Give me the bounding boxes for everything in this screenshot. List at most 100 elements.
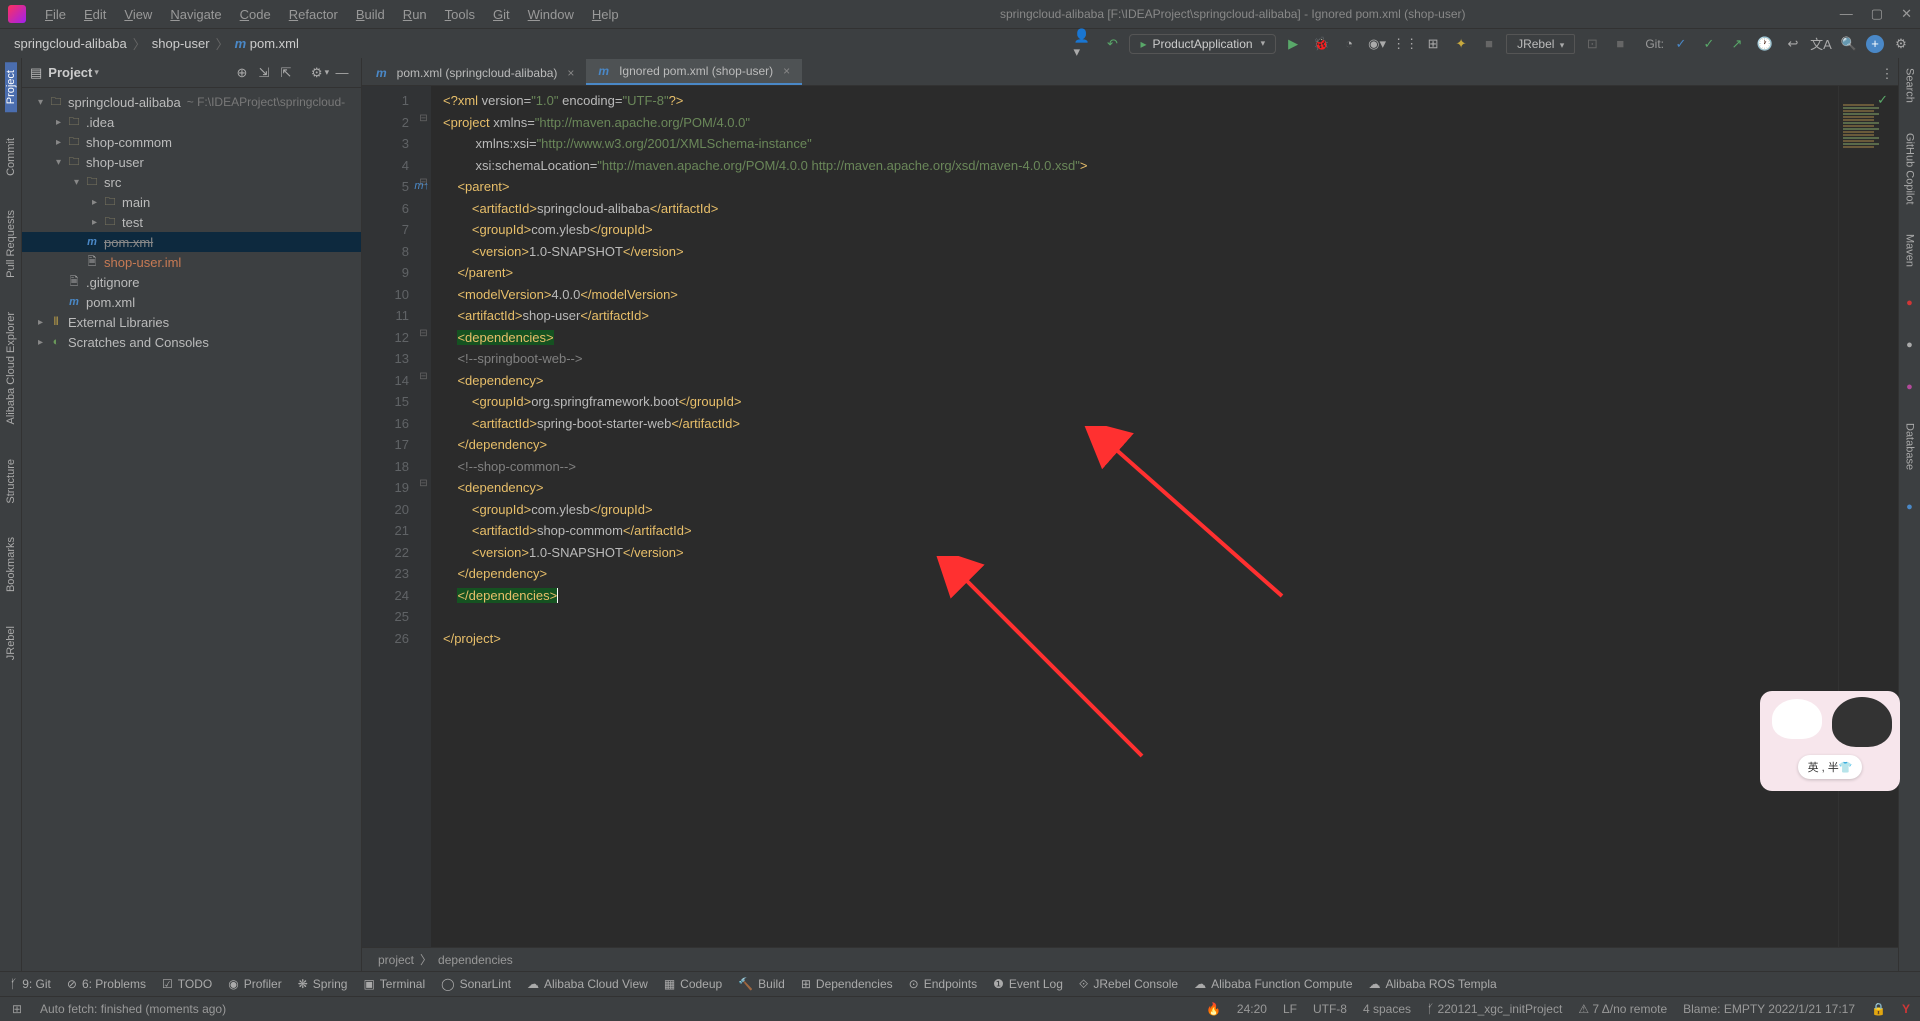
git-history-icon[interactable]: 🕐 xyxy=(1754,33,1776,55)
right-tool-icon[interactable]: ● xyxy=(1904,375,1916,399)
status-lock-icon[interactable]: 🔒 xyxy=(1871,1002,1886,1016)
bottom-tool-dependencies[interactable]: ⊞Dependencies xyxy=(801,977,893,991)
tree-item[interactable]: ▸◐Scratches and Consoles xyxy=(22,332,361,352)
minimize-icon[interactable]: — xyxy=(1840,6,1853,22)
editor-tab[interactable]: mIgnored pom.xml (shop-user)× xyxy=(586,59,802,85)
tool-icon[interactable]: ⊡ xyxy=(1581,33,1603,55)
breadcrumb-item[interactable]: dependencies xyxy=(432,953,519,967)
bottom-tool-spring[interactable]: ❋Spring xyxy=(298,977,348,991)
git-rollback-icon[interactable]: ↩ xyxy=(1782,33,1804,55)
bottom-tool-jrebel-console[interactable]: ⟐JRebel Console xyxy=(1079,977,1178,992)
stop-icon[interactable]: ■ xyxy=(1478,33,1500,55)
left-tool-structure[interactable]: Structure xyxy=(5,451,17,512)
more-icon[interactable]: ⋮ xyxy=(1876,63,1898,85)
minimap[interactable]: ✓ xyxy=(1838,86,1898,947)
breadcrumb[interactable]: springcloud-alibaba xyxy=(8,36,133,51)
bottom-tool-codeup[interactable]: ▦Codeup xyxy=(664,977,722,991)
close-icon[interactable]: ✕ xyxy=(1901,6,1912,22)
code-area[interactable]: 1234567891011121314151617181920212223242… xyxy=(362,86,1898,947)
bottom-tool-build[interactable]: 🔨Build xyxy=(738,977,785,991)
bottom-tool-6-problems[interactable]: ⊘6: Problems xyxy=(67,977,146,991)
menu-tools[interactable]: Tools xyxy=(438,5,482,24)
debug-icon[interactable]: 🐞 xyxy=(1310,33,1332,55)
bottom-tool-todo[interactable]: ☑TODO xyxy=(162,977,212,991)
right-tool-maven[interactable]: Maven xyxy=(1904,228,1916,273)
tree-item[interactable]: 🗎shop-user.iml xyxy=(22,252,361,272)
chevron-down-icon[interactable]: ▾ xyxy=(94,67,99,78)
breadcrumb[interactable]: shop-user xyxy=(146,36,216,51)
translate-icon[interactable]: 文A xyxy=(1810,33,1832,55)
maximize-icon[interactable]: ▢ xyxy=(1871,6,1883,22)
tool-icon[interactable]: ⋮⋮ xyxy=(1394,33,1416,55)
git-push-icon[interactable]: ↗ xyxy=(1726,33,1748,55)
menu-window[interactable]: Window xyxy=(521,5,581,24)
bottom-tool-alibaba-function-compute[interactable]: ☁Alibaba Function Compute xyxy=(1194,977,1352,991)
left-tool-bookmarks[interactable]: Bookmarks xyxy=(5,529,17,600)
hide-icon[interactable]: — xyxy=(331,62,353,84)
breadcrumb-item[interactable]: project xyxy=(372,953,420,967)
editor-tab[interactable]: mpom.xml (springcloud-alibaba)× xyxy=(364,61,586,85)
tree-item[interactable]: ▸🗀test xyxy=(22,212,361,232)
menu-refactor[interactable]: Refactor xyxy=(282,5,345,24)
left-tool-alibaba-cloud-explorer[interactable]: Alibaba Cloud Explorer xyxy=(5,304,17,433)
fold-column[interactable]: ⊟⊟⊟⊟⊟ xyxy=(417,86,431,947)
menu-navigate[interactable]: Navigate xyxy=(163,5,228,24)
right-tool-icon[interactable]: ● xyxy=(1904,495,1916,519)
status-encoding[interactable]: UTF-8 xyxy=(1313,1002,1347,1016)
status-eol[interactable]: LF xyxy=(1283,1002,1297,1016)
bottom-tool-terminal[interactable]: ▣Terminal xyxy=(363,977,425,991)
gear-icon[interactable]: ⚙▾ xyxy=(309,62,331,84)
tree-item[interactable]: mpom.xml xyxy=(22,232,361,252)
left-tool-pull-requests[interactable]: Pull Requests xyxy=(5,202,17,286)
status-changes[interactable]: ⚠ 7 Δ/no remote xyxy=(1578,1002,1667,1016)
menu-run[interactable]: Run xyxy=(396,5,434,24)
status-memory[interactable]: 🔥 xyxy=(1206,1002,1221,1016)
menu-view[interactable]: View xyxy=(117,5,159,24)
sync-icon[interactable]: + xyxy=(1866,35,1884,53)
menu-edit[interactable]: Edit xyxy=(77,5,113,24)
status-pos[interactable]: 24:20 xyxy=(1237,1002,1267,1016)
tree-item[interactable]: ▾🗀src xyxy=(22,172,361,192)
right-tool-icon[interactable]: ● xyxy=(1904,291,1916,315)
tree-item[interactable]: ▾🗀springcloud-alibaba~ F:\IDEAProject\sp… xyxy=(22,92,361,112)
jrebel-selector[interactable]: JRebel ▾ xyxy=(1506,34,1575,54)
menu-help[interactable]: Help xyxy=(585,5,626,24)
right-tool-icon[interactable]: ● xyxy=(1904,333,1916,357)
close-tab-icon[interactable]: × xyxy=(567,66,574,80)
bottom-tool-alibaba-ros-templa[interactable]: ☁Alibaba ROS Templa xyxy=(1369,977,1497,991)
tree-item[interactable]: ▾🗀shop-user xyxy=(22,152,361,172)
menu-git[interactable]: Git xyxy=(486,5,517,24)
tree-item[interactable]: ▸🗀shop-commom xyxy=(22,132,361,152)
run-icon[interactable]: ▶ xyxy=(1282,33,1304,55)
left-tool-project[interactable]: Project xyxy=(5,62,17,112)
breadcrumb[interactable]: m pom.xml xyxy=(229,36,305,51)
settings-icon[interactable]: ⚙ xyxy=(1890,33,1912,55)
tree-item[interactable]: ▸⫴External Libraries xyxy=(22,312,361,332)
tree-item[interactable]: 🗎.gitignore xyxy=(22,272,361,292)
locate-icon[interactable]: ⊕ xyxy=(231,62,253,84)
menu-file[interactable]: File xyxy=(38,5,73,24)
tool-icon[interactable]: ✦ xyxy=(1450,33,1472,55)
tree-item[interactable]: ▸🗀.idea xyxy=(22,112,361,132)
profile-icon[interactable]: ◉▾ xyxy=(1366,33,1388,55)
bottom-tool-9-git[interactable]: ᚶ9: Git xyxy=(10,977,51,991)
collapse-icon[interactable]: ⇱ xyxy=(275,62,297,84)
mascot-widget[interactable]: 英 , 半👕 xyxy=(1760,691,1900,791)
tree-item[interactable]: mpom.xml xyxy=(22,292,361,312)
stop-icon[interactable]: ■ xyxy=(1609,33,1631,55)
status-blame[interactable]: Blame: EMPTY 2022/1/21 17:17 xyxy=(1683,1002,1855,1016)
tool-windows-icon[interactable]: ⊞ xyxy=(10,1002,24,1016)
search-icon[interactable]: 🔍 xyxy=(1838,33,1860,55)
bottom-tool-sonarlint[interactable]: ◯SonarLint xyxy=(441,977,511,991)
user-icon[interactable]: 👤▾ xyxy=(1073,33,1095,55)
bottom-tool-profiler[interactable]: ◉Profiler xyxy=(228,977,282,991)
git-commit-icon[interactable]: ✓ xyxy=(1698,33,1720,55)
git-update-icon[interactable]: ✓ xyxy=(1670,33,1692,55)
bottom-tool-alibaba-cloud-view[interactable]: ☁Alibaba Cloud View xyxy=(527,977,648,991)
menu-code[interactable]: Code xyxy=(233,5,278,24)
status-branch[interactable]: ᚶ 220121_xgc_initProject xyxy=(1427,1002,1562,1016)
coverage-icon[interactable]: ◔ xyxy=(1338,33,1360,55)
right-tool-search[interactable]: Search xyxy=(1904,62,1916,109)
back-icon[interactable]: ↶ xyxy=(1101,33,1123,55)
right-tool-database[interactable]: Database xyxy=(1904,417,1916,476)
